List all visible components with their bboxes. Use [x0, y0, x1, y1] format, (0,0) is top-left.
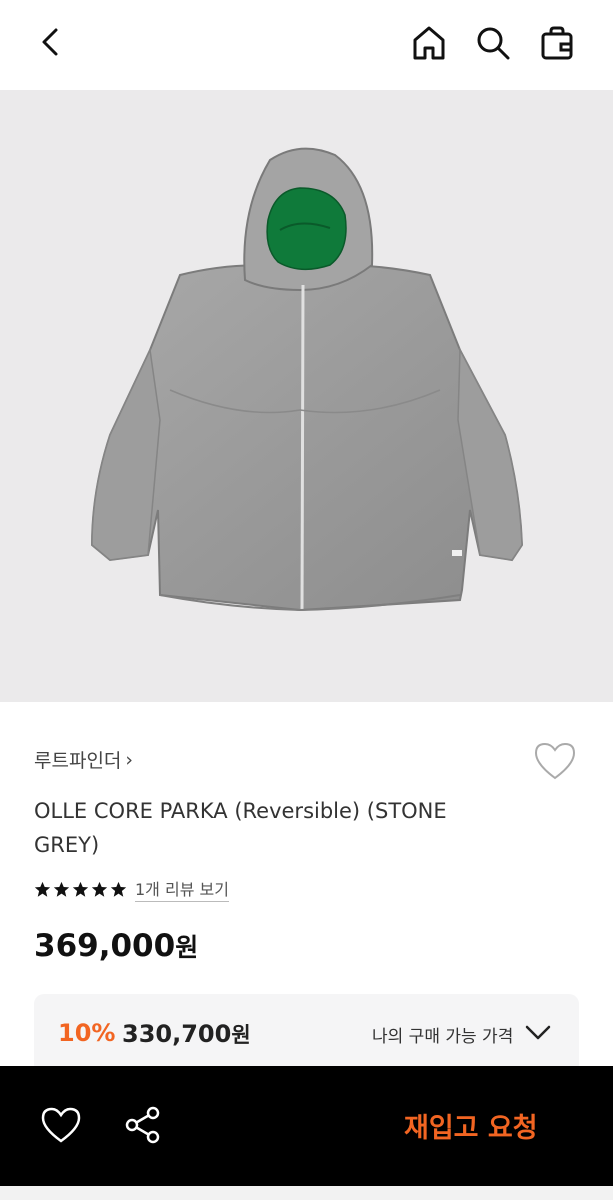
- home-icon[interactable]: [410, 24, 448, 62]
- back-arrow-icon[interactable]: [34, 24, 70, 60]
- product-info: 루트파인더 › OLLE CORE PARKA (Reversible) (ST…: [0, 702, 613, 1074]
- star-icon: [53, 881, 70, 897]
- discount-price: 330,700원: [122, 1019, 251, 1049]
- star-icon: [34, 881, 51, 897]
- restock-request-button[interactable]: 재입고 요청: [404, 1106, 538, 1145]
- star-icon: [110, 881, 127, 897]
- shopping-bag-icon[interactable]: [538, 24, 576, 62]
- discount-currency: 원: [231, 1023, 251, 1047]
- rating-row: 1개 리뷰 보기: [34, 876, 229, 902]
- top-navigation-bar: [0, 0, 613, 90]
- my-price-label: 나의 구매 가능 가격: [372, 1027, 514, 1047]
- parka-image: [90, 147, 524, 612]
- brand-link[interactable]: 루트파인더 ›: [34, 746, 133, 773]
- heart-icon[interactable]: [40, 1106, 82, 1144]
- chevron-right-icon: ›: [125, 748, 134, 771]
- original-price: 369,000원: [34, 928, 198, 964]
- review-link[interactable]: 1개 리뷰 보기: [135, 876, 229, 902]
- bottom-edge: [0, 1186, 613, 1200]
- star-icon: [72, 881, 89, 897]
- star-rating: [34, 881, 127, 898]
- search-icon[interactable]: [474, 24, 512, 62]
- wishlist-heart-icon[interactable]: [532, 740, 578, 782]
- bottom-action-bar: 재입고 요청: [0, 1066, 613, 1186]
- star-icon: [91, 881, 108, 897]
- discount-rate: 10%: [58, 1019, 116, 1047]
- discount-price-box[interactable]: 10% 330,700원 나의 구매 가능 가격: [34, 994, 579, 1074]
- product-title: OLLE CORE PARKA (Reversible) (STONE GREY…: [34, 799, 447, 857]
- share-icon[interactable]: [122, 1104, 164, 1146]
- price-value: 369,000: [34, 928, 176, 964]
- brand-name: 루트파인더: [34, 750, 122, 772]
- discount-price-value: 330,700: [122, 1020, 232, 1048]
- chevron-down-icon[interactable]: [524, 1022, 552, 1044]
- price-currency: 원: [175, 933, 199, 962]
- product-image[interactable]: [0, 90, 613, 702]
